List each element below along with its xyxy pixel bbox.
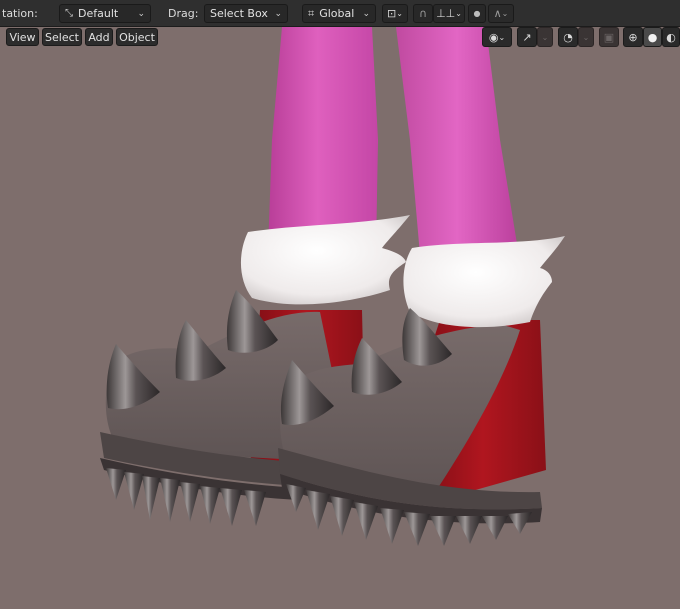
xray-button[interactable]: ▣ (599, 27, 619, 47)
chevron-down-icon: ⌄ (455, 9, 462, 18)
tool-settings-bar: tation: ⤡ Default ⌄ Drag: Select Box ⌄ ⌗… (0, 0, 680, 27)
orientation-label: tation: (2, 7, 38, 20)
solid-shading-icon: ● (647, 30, 658, 44)
chevron-down-icon: ⌄ (396, 9, 403, 18)
menu-view[interactable]: View (6, 28, 39, 46)
left-leg (268, 27, 378, 250)
drag-dropdown[interactable]: Select Box ⌄ (204, 4, 288, 23)
menu-add[interactable]: Add (85, 28, 113, 46)
transform-orientation-value: Global (319, 7, 355, 20)
snap-button[interactable]: ∩ (413, 4, 433, 23)
proportional-edit-icon: ● (473, 9, 481, 18)
orientation-gizmo-icon: ⤡ (65, 8, 73, 19)
gizmo-toggle-button[interactable]: ↗ (517, 27, 537, 47)
visibility-button[interactable]: ◉ ⌄ (482, 27, 512, 47)
right-leg (396, 27, 518, 255)
material-shading-icon: ◐ (666, 30, 676, 44)
menu-select[interactable]: Select (42, 28, 82, 46)
falloff-curve-icon: ∧ (493, 7, 502, 20)
gizmo-dropdown-button[interactable]: ⌄ (537, 27, 553, 47)
chevron-down-icon: ⌄ (501, 9, 509, 18)
proportional-edit-button[interactable]: ● (468, 4, 486, 23)
drag-label: Drag: (168, 7, 199, 20)
overlay-icon: ◔ (563, 30, 573, 44)
chevron-down-icon: ⌄ (137, 8, 145, 19)
overlay-dropdown-button[interactable]: ⌄ (578, 27, 594, 47)
transform-orientation-icon: ⌗ (308, 6, 315, 20)
transform-orientation-dropdown[interactable]: ⌗ Global ⌄ (302, 4, 376, 23)
pivot-point-icon: ⊡ (387, 7, 397, 20)
orientation-dropdown[interactable]: ⤡ Default ⌄ (59, 4, 151, 23)
snap-magnet-icon: ∩ (418, 7, 428, 20)
chevron-down-icon: ⌄ (582, 32, 590, 42)
eye-visibility-icon: ◉ (488, 30, 499, 44)
chevron-down-icon: ⌄ (498, 32, 506, 42)
menu-object[interactable]: Object (116, 28, 158, 46)
chevron-down-icon: ⌄ (274, 8, 282, 19)
wireframe-shading-button[interactable]: ⊕ (623, 27, 643, 47)
material-shading-button[interactable]: ◐ (662, 27, 680, 47)
xray-icon: ▣ (603, 30, 615, 44)
viewport-scene[interactable] (0, 0, 680, 609)
orientation-value: Default (78, 7, 119, 20)
wireframe-shading-icon: ⊕ (628, 30, 638, 44)
falloff-button[interactable]: ∧ ⌄ (488, 4, 514, 23)
drag-value: Select Box (210, 7, 268, 20)
snap-target-button[interactable]: ⊥⊥ ⌄ (433, 4, 465, 23)
chevron-down-icon: ⌄ (362, 8, 370, 19)
snap-increment-icon: ⊥⊥ (436, 7, 456, 20)
overlay-toggle-button[interactable]: ◔ (558, 27, 578, 47)
solid-shading-button[interactable]: ● (643, 27, 662, 47)
gizmo-icon: ↗ (522, 30, 532, 44)
pivot-point-button[interactable]: ⊡ ⌄ (382, 4, 408, 23)
chevron-down-icon: ⌄ (541, 32, 549, 42)
